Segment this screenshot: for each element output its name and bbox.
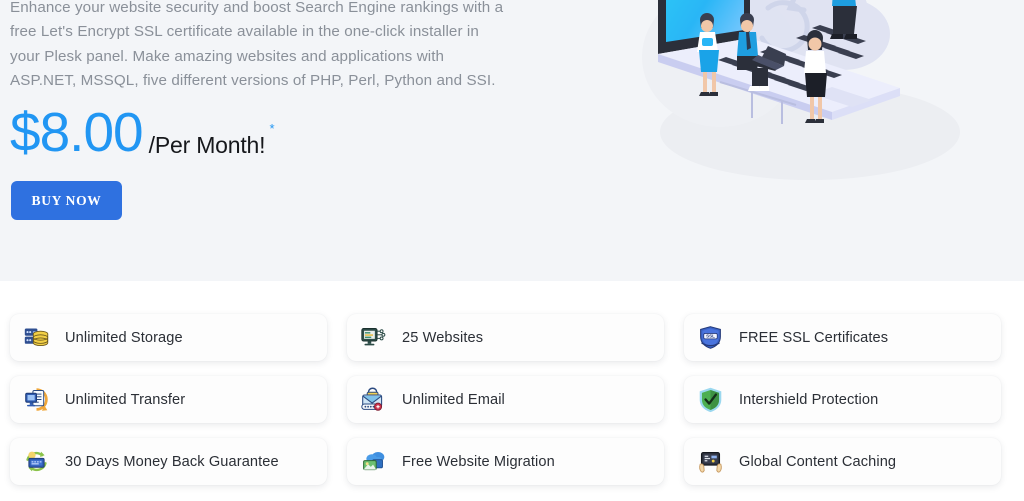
feature-label: Free Website Migration [402, 453, 555, 470]
feature-card-unlimited-storage[interactable]: Unlimited Storage [10, 314, 327, 361]
email-lock-icon [358, 385, 388, 415]
features-section: Unlimited Storage 25 Websites SSL FREE S… [0, 281, 1024, 501]
pricing-plan-page: Enhance your website security and boost … [0, 0, 1024, 501]
feature-card-unlimited-email[interactable]: Unlimited Email [347, 376, 664, 423]
feature-label: Unlimited Email [402, 391, 505, 408]
feature-card-unlimited-transfer[interactable]: Unlimited Transfer [10, 376, 327, 423]
feature-label: Global Content Caching [739, 453, 897, 470]
price-asterisk: * [269, 121, 275, 136]
feature-card-free-website-migration[interactable]: Free Website Migration [347, 438, 664, 485]
feature-label: 25 Websites [402, 329, 484, 346]
feature-label: 30 Days Money Back Guarantee [65, 453, 279, 470]
price-period-text: /Per Month! [148, 132, 266, 158]
price-amount: $8.00 [10, 101, 144, 163]
ssl-shield-icon: SSL [695, 323, 725, 353]
transfer-monitor-icon [21, 385, 51, 415]
feature-label: Unlimited Storage [65, 329, 183, 346]
price-period: /Per Month! * [148, 122, 275, 160]
feature-card-25-websites[interactable]: 25 Websites [347, 314, 664, 361]
feature-label: FREE SSL Certificates [739, 329, 889, 346]
database-server-icon [21, 323, 51, 353]
monitor-network-icon [358, 323, 388, 353]
cloud-migration-icon [358, 447, 388, 477]
hands-screen-icon [695, 447, 725, 477]
price-row: $8.00 /Per Month! * [10, 101, 275, 163]
feature-card-intershield-protection[interactable]: Intershield Protection [684, 376, 1001, 423]
features-grid: Unlimited Storage 25 Websites SSL FREE S… [10, 314, 1001, 485]
green-shield-check-icon [695, 385, 725, 415]
feature-label: Intershield Protection [739, 391, 879, 408]
svg-text:SSL: SSL [706, 334, 715, 339]
feature-card-global-content-caching[interactable]: Global Content Caching [684, 438, 1001, 485]
hero-description: Enhance your website security and boost … [10, 0, 504, 90]
feature-label: Unlimited Transfer [65, 391, 186, 408]
hero-copy: Enhance your website security and boost … [10, 0, 510, 94]
feature-card-money-back-guarantee[interactable]: 30 Days Money Back Guarantee [10, 438, 327, 485]
isometric-laptop-cloud-team-illustration [600, 0, 1024, 192]
hero-section: Enhance your website security and boost … [0, 0, 1024, 281]
buy-now-button[interactable]: BUY NOW [11, 181, 122, 220]
money-refund-icon [21, 447, 51, 477]
feature-card-free-ssl-certificates[interactable]: SSL FREE SSL Certificates [684, 314, 1001, 361]
